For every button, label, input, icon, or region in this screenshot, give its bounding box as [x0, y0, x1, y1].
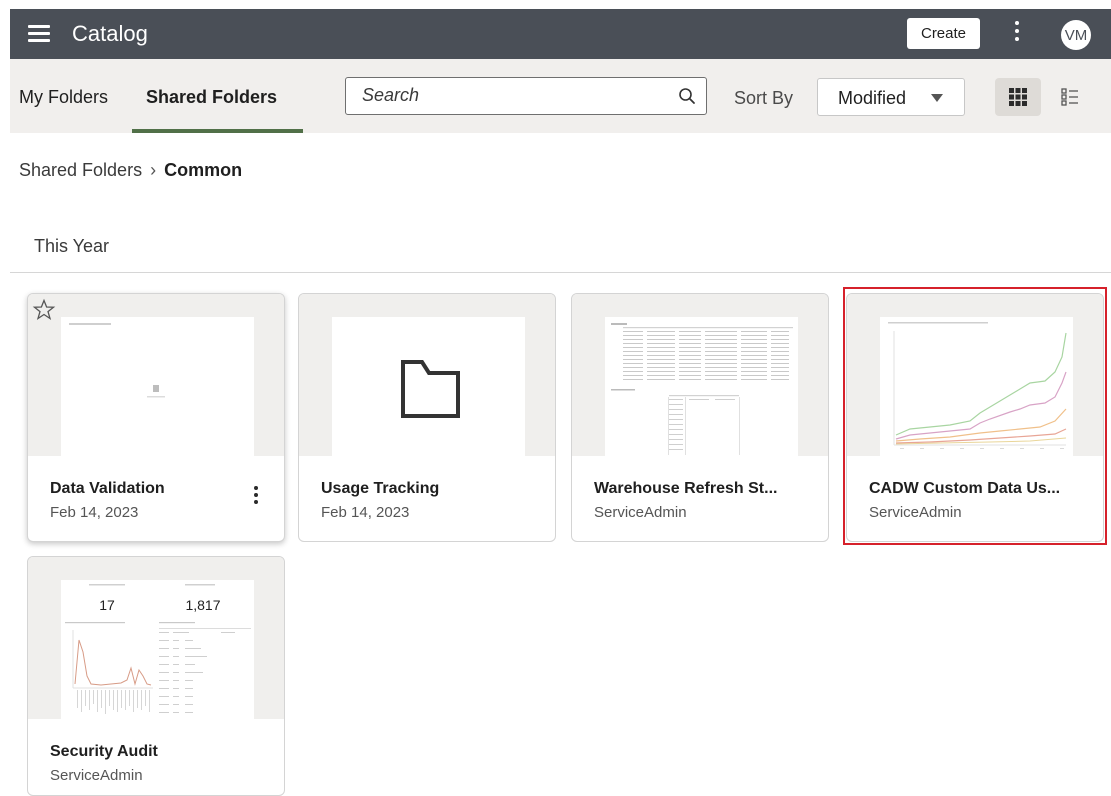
section-divider [10, 272, 1111, 273]
card-subtitle: ServiceAdmin [869, 504, 962, 521]
chevron-right-icon: › [150, 160, 157, 180]
folder-icon [401, 360, 460, 418]
kpi-value-2: 1,817 [185, 597, 220, 613]
caret-down-icon [931, 94, 943, 102]
catalog-card-data-validation[interactable]: Data Validation Feb 14, 2023 [27, 293, 285, 542]
catalog-card-usage-tracking[interactable]: Usage Tracking Feb 14, 2023 [298, 293, 556, 542]
report-thumbnail [880, 317, 1073, 456]
card-thumbnail-area [847, 294, 1103, 456]
app-header: Catalog Create VM [10, 9, 1111, 59]
user-avatar[interactable]: VM [1061, 20, 1091, 50]
app-title: Catalog [72, 21, 148, 46]
breadcrumb: Shared Folders › Common [19, 160, 242, 181]
list-view-button[interactable] [1056, 80, 1086, 114]
card-title: Security Audit [50, 743, 158, 760]
report-thumbnail [61, 317, 254, 456]
grid-view-icon [1009, 88, 1027, 106]
report-thumbnail [605, 317, 798, 456]
card-actions-menu-icon[interactable] [253, 486, 259, 508]
active-tab-indicator [132, 129, 303, 133]
catalog-card-cadw-custom-data[interactable]: CADW Custom Data Us... ServiceAdmin [846, 293, 1104, 542]
search-box [345, 77, 707, 115]
breadcrumb-current: Common [164, 160, 243, 180]
card-subtitle: ServiceAdmin [50, 767, 143, 784]
section-heading: This Year [34, 236, 110, 256]
search-input[interactable] [346, 78, 646, 112]
sort-by-dropdown[interactable]: Modified [817, 78, 965, 116]
card-subtitle: Feb 14, 2023 [50, 504, 139, 521]
card-subtitle: ServiceAdmin [594, 504, 687, 521]
more-options-icon[interactable] [1013, 21, 1021, 47]
catalog-toolbar: My Folders Shared Folders Sort By Modifi… [10, 59, 1111, 133]
report-thumbnail: 17 1,817 [61, 580, 254, 719]
breadcrumb-parent-link[interactable]: Shared Folders [19, 160, 142, 180]
tab-shared-folders[interactable]: Shared Folders [146, 87, 277, 108]
grid-view-button[interactable] [995, 78, 1041, 116]
folder-thumbnail [332, 317, 525, 456]
card-thumbnail-area [299, 294, 555, 456]
card-title: Data Validation [50, 480, 165, 497]
create-button[interactable]: Create [907, 18, 980, 49]
search-icon[interactable] [678, 87, 696, 105]
card-title: CADW Custom Data Us... [869, 480, 1061, 497]
card-thumbnail-area [28, 294, 284, 456]
card-title: Warehouse Refresh St... [594, 480, 778, 497]
card-thumbnail-area [572, 294, 828, 456]
card-thumbnail-area: 17 1,817 [28, 557, 284, 719]
card-subtitle: Feb 14, 2023 [321, 504, 410, 521]
favorite-star-icon[interactable] [32, 298, 56, 322]
catalog-card-security-audit[interactable]: 17 1,817 Security Audit ServiceAdmin [27, 556, 285, 796]
catalog-card-warehouse-refresh[interactable]: Warehouse Refresh St... ServiceAdmin [571, 293, 829, 542]
sort-by-label: Sort By [734, 88, 794, 108]
sort-by-value: Modified [838, 88, 907, 108]
tab-my-folders[interactable]: My Folders [19, 87, 108, 108]
list-view-icon [1061, 88, 1078, 106]
hamburger-menu-icon[interactable] [28, 25, 50, 43]
card-title: Usage Tracking [321, 480, 440, 497]
kpi-value-1: 17 [99, 597, 115, 613]
